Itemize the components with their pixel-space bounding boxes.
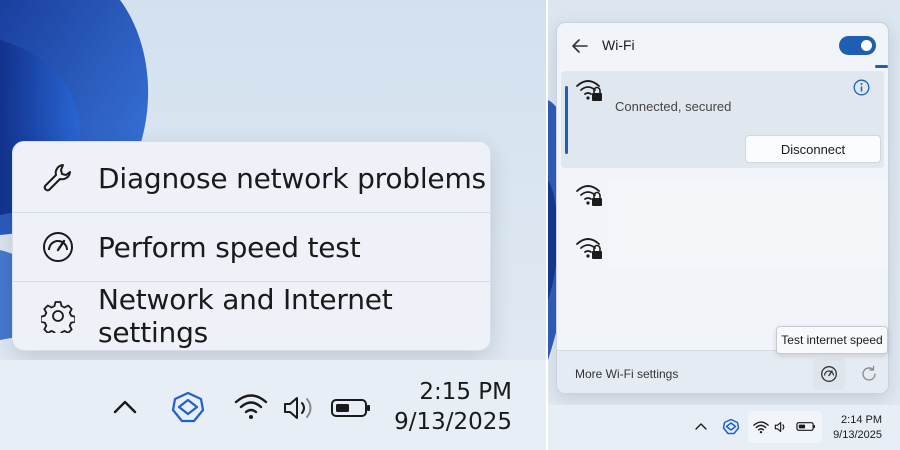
clock-date: 9/13/2025: [833, 429, 882, 441]
wifi-secured-icon: [576, 238, 602, 259]
volume-icon[interactable]: [282, 394, 318, 422]
clock-time: 2:15 PM: [419, 379, 512, 405]
taskbar-clock[interactable]: 2:14 PM 9/13/2025: [833, 413, 882, 443]
network-status: Connected, secured: [615, 99, 732, 114]
refresh-button[interactable]: [853, 358, 885, 390]
battery-icon[interactable]: [330, 398, 372, 418]
speed-test-button[interactable]: [813, 358, 845, 390]
redacted-network-names: [609, 180, 888, 268]
wrench-icon: [43, 164, 71, 192]
app-icon[interactable]: [170, 390, 206, 424]
flyout-footer: More Wi-Fi settings: [557, 350, 888, 393]
menu-item-label: Diagnose network problems: [98, 161, 486, 195]
speed-test-tooltip: Test internet speed: [776, 326, 888, 354]
connected-network-item[interactable]: Connected, secured Disconnect: [561, 71, 884, 168]
battery-icon: [796, 422, 816, 431]
back-arrow-icon[interactable]: [569, 35, 591, 57]
network-context-menu: Diagnose network problems Perform speed …: [12, 141, 491, 351]
taskbar-clock[interactable]: 2:15 PM 9/13/2025: [394, 377, 512, 437]
menu-item-diagnose[interactable]: Diagnose network problems: [13, 144, 490, 212]
wifi-secured-icon: [576, 80, 602, 101]
refresh-icon: [862, 365, 876, 381]
menu-item-network-settings[interactable]: Network and Internet settings: [13, 282, 490, 350]
taskbar: 2:14 PM 9/13/2025: [548, 405, 900, 450]
chevron-up-icon[interactable]: [694, 421, 708, 431]
disconnect-button[interactable]: Disconnect: [745, 135, 881, 163]
wifi-icon: [753, 421, 769, 434]
clock-date: 9/13/2025: [394, 409, 512, 435]
right-full-view: Wi-Fi Connected, secured Disconnect More…: [548, 0, 900, 450]
wifi-toggle[interactable]: [839, 36, 876, 55]
app-icon[interactable]: [722, 418, 740, 435]
left-zoomed-view: Diagnose network problems Perform speed …: [0, 0, 546, 450]
clock-time: 2:14 PM: [841, 414, 882, 426]
system-tray-group[interactable]: [748, 411, 822, 443]
more-wifi-settings-link[interactable]: More Wi-Fi settings: [575, 367, 678, 381]
wifi-icon[interactable]: [234, 392, 268, 420]
chevron-up-icon[interactable]: [112, 398, 138, 416]
scroll-indicator: [875, 65, 888, 68]
wifi-secured-icon: [576, 185, 602, 206]
taskbar-zoomed: 2:15 PM 9/13/2025: [0, 360, 546, 450]
menu-item-speed-test[interactable]: Perform speed test: [13, 213, 490, 281]
menu-item-label: Perform speed test: [98, 230, 361, 264]
selection-indicator: [565, 86, 568, 154]
flyout-title: Wi-Fi: [602, 37, 635, 53]
speedometer-icon: [821, 366, 837, 382]
info-icon[interactable]: [853, 79, 870, 96]
flyout-header: Wi-Fi: [557, 23, 888, 68]
gear-icon: [41, 301, 75, 333]
menu-item-label: Network and Internet settings: [98, 283, 393, 349]
volume-icon: [774, 421, 785, 433]
toggle-knob: [861, 40, 872, 51]
speedometer-icon: [43, 232, 73, 262]
